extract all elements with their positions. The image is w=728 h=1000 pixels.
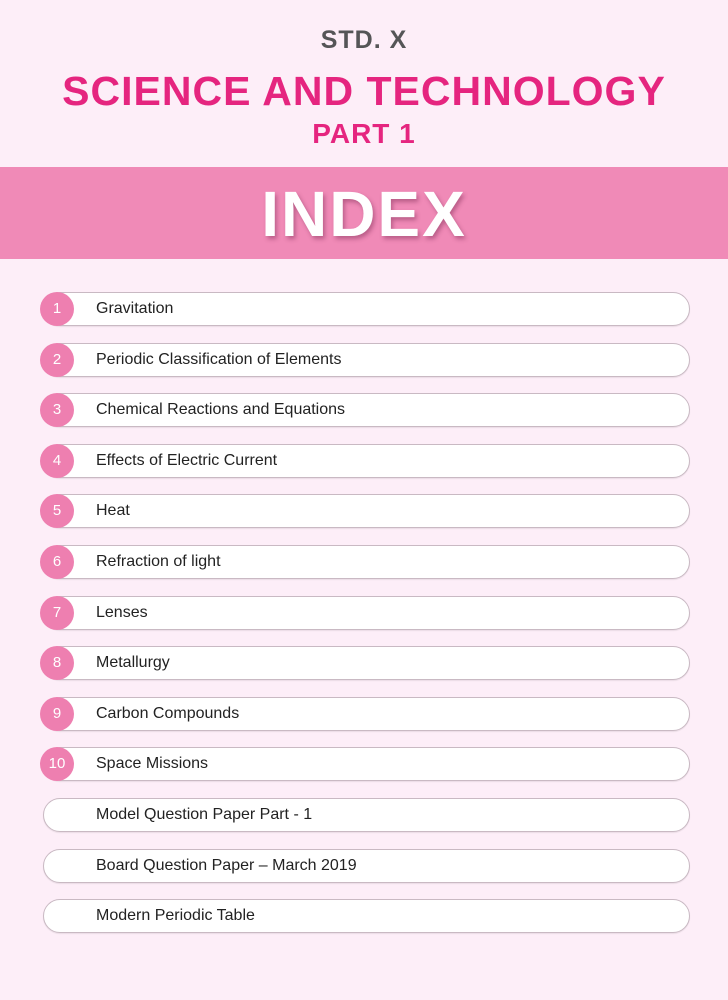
book-title: SCIENCE AND TECHNOLOGY bbox=[62, 68, 666, 114]
chapter-title: Metallurgy bbox=[96, 654, 170, 672]
chapter-title: Effects of Electric Current bbox=[96, 451, 278, 469]
chapter-title: Gravitation bbox=[96, 300, 174, 317]
chapter-title: Periodic Classification of Elements bbox=[96, 350, 342, 368]
index-row[interactable]: 9 Carbon Compounds bbox=[40, 696, 690, 731]
chapter-title: Refraction of light bbox=[96, 552, 221, 570]
index-row[interactable]: 7 Lenses bbox=[40, 595, 690, 630]
index-row[interactable]: 8 Metallurgy bbox=[40, 646, 690, 681]
index-row[interactable]: Board Question Paper – March 2019 bbox=[40, 848, 690, 883]
chapter-title: Carbon Compounds bbox=[96, 704, 240, 722]
index-row[interactable]: 1 Gravitation bbox=[40, 292, 690, 326]
index-row[interactable]: 2 Periodic Classification of Elements bbox=[40, 342, 690, 377]
index-heading: INDEX bbox=[261, 178, 467, 250]
chapter-number-badge: 1 bbox=[40, 292, 74, 326]
chapter-number-badge: 9 bbox=[40, 696, 74, 731]
index-banner: INDEX bbox=[0, 167, 728, 259]
chapter-number-badge: 3 bbox=[40, 393, 74, 428]
chapter-number-badge: 6 bbox=[40, 544, 74, 579]
index-row[interactable]: 6 Refraction of light bbox=[40, 544, 690, 579]
chapter-number-badge: 8 bbox=[40, 646, 74, 681]
extra-title: Modern Periodic Table bbox=[96, 907, 255, 925]
chapter-number-badge: 4 bbox=[40, 443, 74, 478]
index-row[interactable]: Model Question Paper Part - 1 bbox=[40, 797, 690, 832]
standard-label: STD. X bbox=[320, 26, 408, 54]
chapter-title: Chemical Reactions and Equations bbox=[96, 401, 346, 419]
chapter-number-badge: 2 bbox=[40, 342, 74, 377]
extra-title: Board Question Paper – March 2019 bbox=[96, 856, 357, 874]
index-list: 1 Gravitation 2 Periodic Classification … bbox=[40, 292, 690, 950]
chapter-number-badge: 7 bbox=[40, 595, 74, 630]
index-row[interactable]: Modern Periodic Table bbox=[40, 899, 690, 934]
index-row[interactable]: 5 Heat bbox=[40, 494, 690, 529]
index-row[interactable]: 10 Space Missions bbox=[40, 747, 690, 782]
index-row[interactable]: 4 Effects of Electric Current bbox=[40, 443, 690, 478]
index-row-pill bbox=[43, 494, 690, 529]
chapter-title: Heat bbox=[96, 502, 130, 520]
extra-title: Model Question Paper Part - 1 bbox=[96, 805, 313, 823]
index-row[interactable]: 3 Chemical Reactions and Equations bbox=[40, 393, 690, 428]
chapter-title: Space Missions bbox=[96, 755, 209, 773]
chapter-title: Lenses bbox=[96, 603, 148, 621]
book-part: PART 1 bbox=[312, 118, 416, 149]
